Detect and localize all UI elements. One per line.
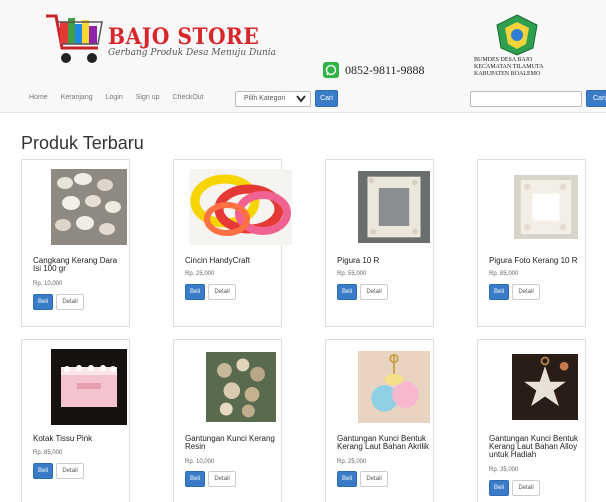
org-line-3: KABUPATEN BOALEMO [474,71,541,77]
nav-login[interactable]: Login [106,94,123,101]
product-name[interactable]: Pigura Foto Kerang 10 R [489,257,583,265]
product-name[interactable]: Cincin HandyCraft [185,257,279,265]
product-price: Rp. 25,000 [185,271,215,277]
detail-button[interactable]: Detail [56,294,84,310]
product-image-cincin[interactable] [189,169,292,245]
chevron-down-icon [296,95,306,103]
search-button[interactable]: Cari [586,90,606,107]
product-price: Rp. 25,000 [337,459,367,465]
page-title: Produk Terbaru [21,133,144,153]
regency-emblem-icon [496,14,538,56]
main-nav: Home Keranjang Login Sign up CheckOut [29,94,217,101]
product-name[interactable]: Gantungan Kunci Bentuk Kerang Laut Bahan… [489,435,583,459]
buy-button[interactable]: Beli [185,284,205,300]
shopping-cart-logo[interactable] [44,10,106,68]
detail-button[interactable]: Detail [360,284,388,300]
whatsapp-icon [323,62,339,78]
product-name[interactable]: Gantungan Kunci Bentuk Kerang Laut Bahan… [337,435,431,451]
product-price: Rp. 55,000 [337,271,367,277]
detail-button[interactable]: Detail [208,471,236,487]
detail-button[interactable]: Detail [56,463,84,479]
product-price: Rp. 85,000 [489,271,519,277]
product-card: Gantungan Kunci Kerang Resin Rp. 10,000 … [173,339,282,502]
product-name[interactable]: Pigura 10 R [337,257,431,265]
brand-name[interactable]: BAJO STORE [108,24,259,50]
product-price: Rp. 10,000 [185,459,215,465]
category-search-button[interactable]: Cari [315,90,338,107]
product-card: Kotak Tissu Pink Rp. 85,000 Beli Detail [21,339,130,502]
org-line-2: KECAMATAN TILAMUTA [474,64,544,70]
buy-button[interactable]: Beli [33,294,53,310]
product-name[interactable]: Gantungan Kunci Kerang Resin [185,435,279,451]
product-card: Gantungan Kunci Bentuk Kerang Laut Bahan… [325,339,434,502]
buy-button[interactable]: Beli [337,284,357,300]
product-image-kotak-tissu[interactable] [44,349,134,425]
product-image-gantungan-resin[interactable] [206,349,276,425]
category-select[interactable]: Pilih Kategori [235,91,311,107]
buy-button[interactable]: Beli [489,284,509,300]
detail-button[interactable]: Detail [512,480,540,496]
phone-number: 0852-9811-9888 [345,62,425,77]
product-name[interactable]: Cangkang Kerang Dara Isi 100 gr [33,257,127,273]
search-input[interactable] [470,91,582,107]
nav-checkout[interactable]: CheckOut [173,94,204,101]
product-name[interactable]: Kotak Tissu Pink [33,435,127,443]
product-image-cangkang-kerang[interactable] [49,169,129,245]
buy-button[interactable]: Beli [33,463,53,479]
product-price: Rp. 85,000 [33,450,63,456]
site-header: BAJO STORE Gerbang Produk Desa Menuju Du… [0,0,606,113]
product-image-gantungan-akrilik[interactable] [358,349,430,425]
detail-button[interactable]: Detail [512,284,540,300]
category-select-value: Pilih Kategori [244,95,286,102]
product-price: Rp. 35,000 [489,467,519,473]
nav-cart[interactable]: Keranjang [61,94,93,101]
product-image-pigura[interactable] [358,169,430,245]
product-card: Pigura 10 R Rp. 55,000 Beli Detail [325,159,434,327]
nav-home[interactable]: Home [29,94,48,101]
product-image-pigura-foto[interactable] [514,169,578,245]
phone-contact: 0852-9811-9888 [323,62,425,78]
detail-button[interactable]: Detail [208,284,236,300]
buy-button[interactable]: Beli [337,471,357,487]
buy-button[interactable]: Beli [185,471,205,487]
detail-button[interactable]: Detail [360,471,388,487]
buy-button[interactable]: Beli [489,480,509,496]
org-line-1: BUMDES DESA BAJO [474,57,533,63]
product-card: Cincin HandyCraft Rp. 25,000 Beli Detail [173,159,292,327]
product-card: Gantungan Kunci Bentuk Kerang Laut Bahan… [477,339,586,502]
organization-info: BUMDES DESA BAJO KECAMATAN TILAMUTA KABU… [474,57,584,78]
brand-tagline: Gerbang Produk Desa Menuju Dunia [108,48,277,58]
nav-signup[interactable]: Sign up [136,94,160,101]
product-card: Pigura Foto Kerang 10 R Rp. 85,000 Beli … [477,159,586,327]
product-image-gantungan-alloy[interactable] [512,349,578,425]
product-card: Cangkang Kerang Dara Isi 100 gr Rp. 10,0… [21,159,130,327]
product-price: Rp. 10,000 [33,281,63,287]
